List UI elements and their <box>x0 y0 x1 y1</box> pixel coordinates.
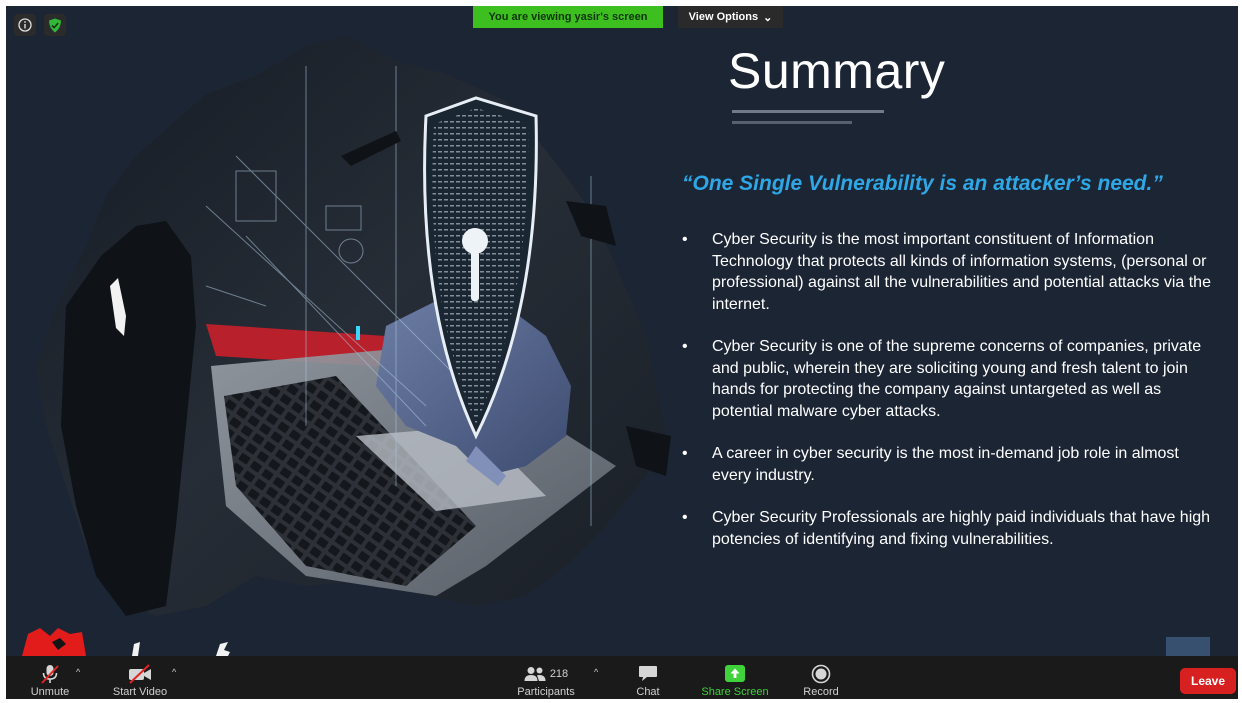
cyber-security-illustration <box>36 36 671 616</box>
bullet-text: Cyber Security is one of the supreme con… <box>712 338 1202 420</box>
participants-icon <box>524 667 546 681</box>
bullet-item: • Cyber Security Professionals are highly… <box>680 507 1220 550</box>
participants-count: 218 <box>549 668 569 680</box>
chat-button[interactable]: Chat <box>628 656 668 699</box>
start-video-button[interactable]: Start Video <box>108 656 172 699</box>
brand-text-fragment <box>132 642 230 656</box>
unmute-label: Unmute <box>30 686 70 698</box>
shared-slide: Summary “One Single Vulnerability is an … <box>6 6 1238 656</box>
title-underline <box>732 110 884 113</box>
bullet-dot: • <box>682 231 688 248</box>
audio-options-caret[interactable]: ^ <box>76 667 80 677</box>
chat-label: Chat <box>636 686 660 698</box>
brand-logo-fragment <box>22 628 86 656</box>
slide-quote: “One Single Vulnerability is an attacker… <box>682 172 1163 195</box>
video-options-caret[interactable]: ^ <box>172 667 176 677</box>
participants-group: 218 <box>524 662 568 686</box>
record-label: Record <box>803 686 839 698</box>
viewing-screen-banner: You are viewing yasir's screen <box>473 6 663 28</box>
record-button[interactable]: Record <box>799 656 843 699</box>
bullet-item: • Cyber Security is one of the supreme co… <box>680 336 1220 422</box>
video-off-icon <box>127 662 153 686</box>
leave-button[interactable]: Leave <box>1180 668 1236 694</box>
participants-button[interactable]: 218 Participants <box>511 656 581 699</box>
view-options-label: View Options <box>688 11 759 23</box>
bullet-item: • A career in cyber security is the most … <box>680 443 1220 486</box>
share-screen-icon <box>724 662 746 686</box>
shared-screen-window: Summary “One Single Vulnerability is an … <box>6 6 1238 699</box>
bullet-dot: • <box>682 509 688 526</box>
title-underline-short <box>732 121 852 124</box>
bullet-dot: • <box>682 338 688 355</box>
start-video-label: Start Video <box>112 686 168 698</box>
meeting-toolbar: Unmute ^ Start Video ^ 218 Participants … <box>6 656 1238 699</box>
participants-options-caret[interactable]: ^ <box>594 667 598 677</box>
chevron-down-icon: ⌄ <box>763 11 773 24</box>
bullet-item: • Cyber Security is the most important co… <box>680 229 1220 315</box>
share-screen-label: Share Screen <box>701 686 769 698</box>
bullet-list: • Cyber Security is the most important co… <box>680 229 1220 571</box>
bullet-text: Cyber Security Professionals are highly … <box>712 509 1211 548</box>
participants-label: Participants <box>517 686 575 698</box>
bullet-text: Cyber Security is the most important con… <box>712 231 1211 313</box>
record-icon <box>811 662 831 686</box>
shield-check-icon[interactable] <box>44 14 66 36</box>
muted-microphone-icon <box>39 662 61 686</box>
bullet-dot: • <box>682 445 688 462</box>
unmute-button[interactable]: Unmute <box>26 656 74 699</box>
info-icon[interactable] <box>14 14 36 36</box>
share-screen-button[interactable]: Share Screen <box>694 656 776 699</box>
slide-title: Summary <box>728 43 946 99</box>
meeting-info-group <box>14 14 66 36</box>
view-options-button[interactable]: View Options ⌄ <box>678 6 783 28</box>
bullet-text: A career in cyber security is the most i… <box>712 445 1179 484</box>
chat-bubble-icon <box>638 662 658 686</box>
slide-nav-thumbnail[interactable] <box>1166 637 1210 656</box>
